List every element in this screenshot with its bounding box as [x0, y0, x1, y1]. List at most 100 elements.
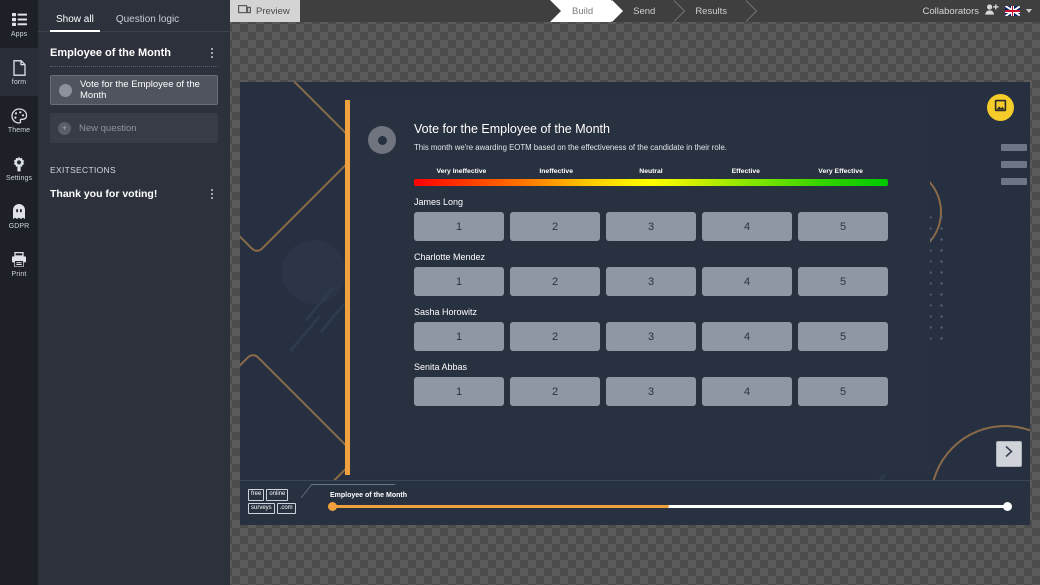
rating-option[interactable]: 2 — [510, 377, 600, 406]
rail-item-apps[interactable]: Apps — [0, 0, 38, 48]
save-button[interactable] — [987, 94, 1014, 121]
rating-option[interactable]: 5 — [798, 322, 888, 351]
rating-option[interactable]: 4 — [702, 377, 792, 406]
survey-question-title: Vote for the Employee of the Month — [414, 122, 610, 136]
rating-options: 1 2 3 4 5 — [414, 322, 888, 351]
rating-option[interactable]: 3 — [606, 377, 696, 406]
left-icon-rail: Apps form Theme Settings GDPR Print — [0, 0, 38, 585]
section-title: Employee of the Month — [50, 47, 171, 59]
rail-item-label: Print — [11, 271, 27, 278]
tab-show-all[interactable]: Show all — [50, 14, 100, 32]
document-icon — [12, 58, 26, 77]
step-label: Send — [633, 5, 656, 17]
rating-options: 1 2 3 4 5 — [414, 377, 888, 406]
rail-item-label: GDPR — [8, 223, 30, 230]
survey-canvas: Vote for the Employee of the Month This … — [240, 82, 1030, 525]
rating-option[interactable]: 1 — [414, 212, 504, 241]
rail-item-gdpr[interactable]: GDPR — [0, 192, 38, 240]
question-item-vote[interactable]: Vote for the Employee of the Month — [50, 75, 218, 105]
rating-options: 1 2 3 4 5 — [414, 212, 888, 241]
panel-tabs: Show all Question logic — [38, 0, 230, 32]
rating-options: 1 2 3 4 5 — [414, 267, 888, 296]
rater-name: Charlotte Mendez — [414, 252, 486, 262]
progress-bar[interactable] — [328, 502, 1012, 511]
exit-section-row[interactable]: Thank you for voting! — [50, 187, 218, 201]
survey-question-subtitle: This month we're awarding EOTM based on … — [414, 143, 727, 152]
preview-label: Preview — [256, 5, 290, 17]
exit-section-title: Thank you for voting! — [50, 188, 158, 200]
rating-option[interactable]: 5 — [798, 267, 888, 296]
step-label: Build — [572, 5, 594, 17]
decor-stripe-b — [319, 301, 347, 334]
chevron-right-icon — [1004, 445, 1014, 463]
progress-fill — [330, 505, 669, 508]
rating-option[interactable]: 3 — [606, 267, 696, 296]
rating-option[interactable]: 1 — [414, 267, 504, 296]
question-item-label: New question — [79, 122, 137, 134]
scale-labels: Very Ineffective Ineffective Neutral Eff… — [414, 168, 888, 175]
section-header: Employee of the Month — [50, 46, 218, 67]
rater-name: Sasha Horowitz — [414, 307, 478, 317]
rating-option[interactable]: 1 — [414, 377, 504, 406]
brand-logo[interactable]: free online surveys .com — [248, 489, 304, 516]
scale-label-very-effective: Very Effective — [818, 168, 863, 175]
scale-label-neutral: Neutral — [639, 168, 663, 175]
rating-option[interactable]: 2 — [510, 212, 600, 241]
rating-option[interactable]: 2 — [510, 322, 600, 351]
rating-option[interactable]: 3 — [606, 212, 696, 241]
rating-option[interactable]: 5 — [798, 212, 888, 241]
app-root: Apps form Theme Settings GDPR Print Show… — [0, 0, 1040, 585]
rating-option[interactable]: 4 — [702, 267, 792, 296]
palette-icon — [11, 106, 27, 125]
exit-sections-label: EXITSECTIONS — [50, 165, 116, 175]
gear-icon — [11, 154, 27, 173]
save-image-icon — [994, 99, 1007, 117]
scale-label-very-ineffective: Very Ineffective — [436, 168, 487, 175]
rail-item-label: Settings — [5, 175, 33, 182]
collaborators-label: Collaborators — [922, 5, 980, 17]
uk-flag-icon[interactable] — [1005, 6, 1020, 16]
rating-option[interactable]: 4 — [702, 322, 792, 351]
exit-section-menu-icon[interactable] — [206, 187, 218, 201]
next-page-button[interactable] — [996, 441, 1022, 467]
rail-item-form[interactable]: form — [0, 48, 38, 96]
rail-item-print[interactable]: Print — [0, 240, 38, 288]
rating-option[interactable]: 1 — [414, 322, 504, 351]
brand-word-com: .com — [276, 502, 296, 514]
rating-option[interactable]: 4 — [702, 212, 792, 241]
plus-icon: + — [58, 121, 71, 135]
progress-area: Employee of the Month — [328, 492, 1012, 511]
question-type-icon — [368, 126, 396, 154]
rater-name: James Long — [414, 197, 464, 207]
brand-word-free: free — [248, 489, 265, 501]
brand-word-surveys: surveys — [248, 502, 275, 514]
rater-row: Senita Abbas 1 2 3 4 5 — [414, 362, 888, 406]
preview-button[interactable]: Preview — [230, 0, 300, 22]
chevron-down-icon[interactable] — [1026, 9, 1032, 13]
rater-name: Senita Abbas — [414, 362, 468, 372]
rail-item-label: form — [11, 79, 27, 86]
step-label: Results — [695, 5, 727, 17]
collaborators-button[interactable]: Collaborators — [922, 0, 1032, 22]
rail-item-settings[interactable]: Settings — [0, 144, 38, 192]
rater-row: James Long 1 2 3 4 5 — [414, 197, 888, 241]
question-item-label: Vote for the Employee of the Month — [80, 79, 200, 101]
rail-item-label: Theme — [7, 127, 31, 134]
progress-handle-start[interactable] — [328, 502, 337, 511]
rater-row: Charlotte Mendez 1 2 3 4 5 — [414, 252, 888, 296]
tab-question-logic[interactable]: Question logic — [110, 14, 185, 31]
rating-option[interactable]: 2 — [510, 267, 600, 296]
decor-stripe-c — [289, 314, 321, 353]
step-build[interactable]: Build — [550, 0, 624, 22]
progress-handle-end[interactable] — [1003, 502, 1012, 511]
progress-label: Employee of the Month — [330, 492, 407, 499]
printer-icon — [11, 250, 27, 269]
scale-label-ineffective: Ineffective — [539, 168, 573, 175]
add-user-icon[interactable] — [985, 4, 999, 18]
question-item-new[interactable]: + New question — [50, 113, 218, 143]
decor-stripe-a — [304, 285, 336, 322]
section-menu-icon[interactable] — [206, 46, 218, 60]
rating-option[interactable]: 3 — [606, 322, 696, 351]
rail-item-theme[interactable]: Theme — [0, 96, 38, 144]
rating-option[interactable]: 5 — [798, 377, 888, 406]
